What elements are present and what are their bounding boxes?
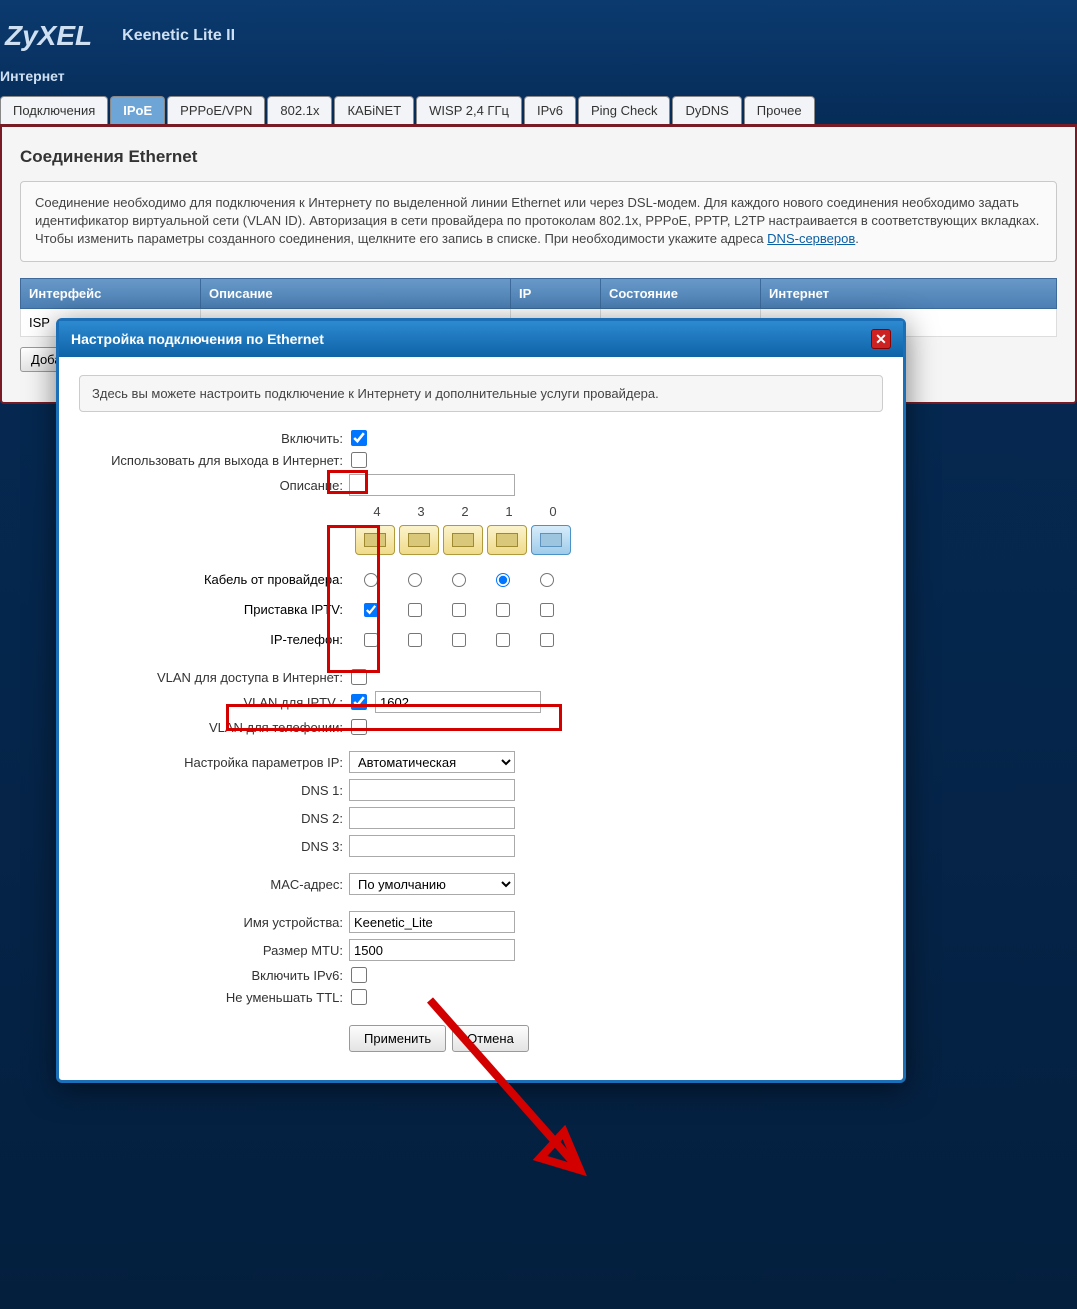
iptv-cb-3[interactable] xyxy=(408,603,422,617)
tab-ipv6[interactable]: IPv6 xyxy=(524,96,576,124)
label-ttl: Не уменьшать TTL: xyxy=(79,990,349,1005)
device-name-input[interactable] xyxy=(349,911,515,933)
brand-logo: ZyXEL xyxy=(0,20,92,52)
tab-other[interactable]: Прочее xyxy=(744,96,815,124)
ip-params-select[interactable]: Автоматическая xyxy=(349,751,515,773)
tab-kabinet[interactable]: КАБiNET xyxy=(334,96,414,124)
tab-connections[interactable]: Подключения xyxy=(0,96,108,124)
port-icons xyxy=(355,525,883,555)
panel-title: Соединения Ethernet xyxy=(20,147,1057,167)
col-ip: IP xyxy=(511,278,601,308)
tab-dydns[interactable]: DyDNS xyxy=(672,96,741,124)
label-vlan-internet: VLAN для доступа в Интернет: xyxy=(79,670,349,685)
col-interface: Интерфейс xyxy=(21,278,201,308)
tab-ipoe[interactable]: IPoE xyxy=(110,96,165,124)
label-vlan-iptv: VLAN для IPTV : xyxy=(79,695,349,710)
label-ip-params: Настройка параметров IP: xyxy=(79,755,349,770)
label-mtu: Размер MTU: xyxy=(79,943,349,958)
label-ipv6: Включить IPv6: xyxy=(79,968,349,983)
label-ipphone: IP-телефон: xyxy=(79,625,349,655)
ipphone-cb-4[interactable] xyxy=(364,633,378,647)
col-internet: Интернет xyxy=(761,278,1057,308)
cancel-button[interactable]: Отмена xyxy=(452,1025,529,1052)
product-name: Keenetic Lite II xyxy=(122,27,235,45)
ethernet-settings-modal: Настройка подключения по Ethernet ✕ Здес… xyxy=(56,318,906,1083)
ethernet-port-icon xyxy=(399,525,439,555)
iptv-cb-4[interactable] xyxy=(364,603,378,617)
panel-info-text: Соединение необходимо для подключения к … xyxy=(35,195,1039,246)
dns2-input[interactable] xyxy=(349,807,515,829)
port-label-0: 0 xyxy=(531,504,575,519)
port-label-3: 3 xyxy=(399,504,443,519)
vlan-iptv-input[interactable] xyxy=(375,691,541,713)
label-device-name: Имя устройства: xyxy=(79,915,349,930)
label-cable: Кабель от провайдера: xyxy=(79,565,349,595)
use-internet-checkbox[interactable] xyxy=(351,452,367,468)
mac-select[interactable]: По умолчанию xyxy=(349,873,515,895)
col-description: Описание xyxy=(201,278,511,308)
cable-radio-3[interactable] xyxy=(408,573,422,587)
iptv-cb-2[interactable] xyxy=(452,603,466,617)
apply-button[interactable]: Применить xyxy=(349,1025,446,1052)
tabs: Подключения IPoE PPPoE/VPN 802.1x КАБiNE… xyxy=(0,96,1077,124)
label-use-internet: Использовать для выхода в Интернет: xyxy=(79,453,349,468)
panel-info: Соединение необходимо для подключения к … xyxy=(20,181,1057,262)
tab-pingcheck[interactable]: Ping Check xyxy=(578,96,670,124)
ethernet-port-icon xyxy=(443,525,483,555)
tab-pppoe[interactable]: PPPoE/VPN xyxy=(167,96,265,124)
port-label-1: 1 xyxy=(487,504,531,519)
vlan-tel-checkbox[interactable] xyxy=(351,719,367,735)
dns-servers-link[interactable]: DNS-серверов xyxy=(767,231,855,246)
label-dns2: DNS 2: xyxy=(79,811,349,826)
col-state: Состояние xyxy=(601,278,761,308)
port-label-4: 4 xyxy=(355,504,399,519)
label-description: Описание: xyxy=(79,478,349,493)
mtu-input[interactable] xyxy=(349,939,515,961)
tab-wisp[interactable]: WISP 2,4 ГГц xyxy=(416,96,522,124)
modal-info: Здесь вы можете настроить подключение к … xyxy=(79,375,883,412)
ethernet-port-icon xyxy=(487,525,527,555)
enable-checkbox[interactable] xyxy=(351,430,367,446)
cable-radio-0[interactable] xyxy=(540,573,554,587)
vlan-internet-checkbox[interactable] xyxy=(351,669,367,685)
vlan-iptv-checkbox[interactable] xyxy=(351,694,367,710)
ttl-checkbox[interactable] xyxy=(351,989,367,1005)
panel-info-post: . xyxy=(855,231,859,246)
ethernet-port-icon xyxy=(531,525,571,555)
port-label-2: 2 xyxy=(443,504,487,519)
close-icon[interactable]: ✕ xyxy=(871,329,891,349)
tab-8021x[interactable]: 802.1x xyxy=(267,96,332,124)
ipphone-cb-1[interactable] xyxy=(496,633,510,647)
description-input[interactable] xyxy=(349,474,515,496)
ipphone-cb-0[interactable] xyxy=(540,633,554,647)
iptv-cb-0[interactable] xyxy=(540,603,554,617)
ethernet-port-icon xyxy=(355,525,395,555)
cable-radio-1[interactable] xyxy=(496,573,510,587)
port-labels: 4 3 2 1 0 xyxy=(355,504,883,519)
label-dns1: DNS 1: xyxy=(79,783,349,798)
cable-radio-4[interactable] xyxy=(364,573,378,587)
dns1-input[interactable] xyxy=(349,779,515,801)
ipphone-cb-3[interactable] xyxy=(408,633,422,647)
dns3-input[interactable] xyxy=(349,835,515,857)
label-vlan-tel: VLAN для телефонии: xyxy=(79,720,349,735)
label-iptv-box: Приставка IPTV: xyxy=(79,595,349,625)
ipphone-cb-2[interactable] xyxy=(452,633,466,647)
label-mac: MAC-адрес: xyxy=(79,877,349,892)
modal-title: Настройка подключения по Ethernet xyxy=(71,331,324,347)
ipv6-checkbox[interactable] xyxy=(351,967,367,983)
label-dns3: DNS 3: xyxy=(79,839,349,854)
section-title: Интернет xyxy=(0,62,1077,96)
cable-radio-2[interactable] xyxy=(452,573,466,587)
iptv-cb-1[interactable] xyxy=(496,603,510,617)
label-enable: Включить: xyxy=(79,431,349,446)
